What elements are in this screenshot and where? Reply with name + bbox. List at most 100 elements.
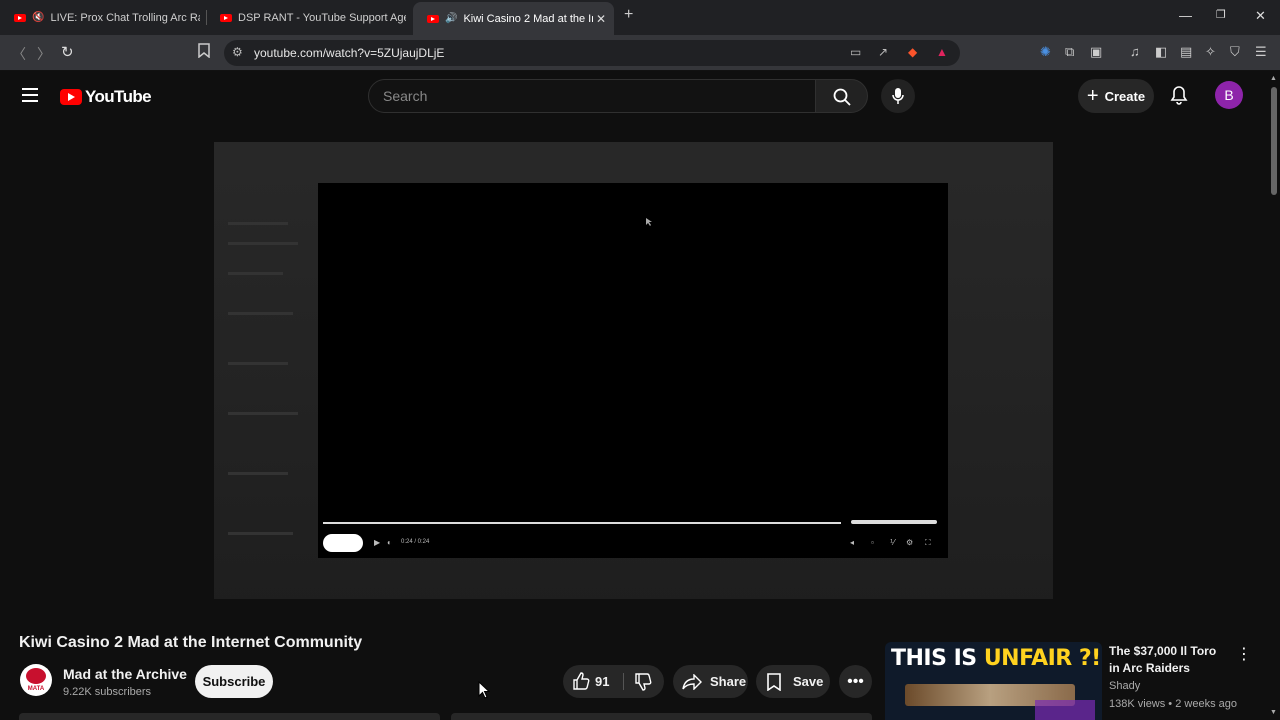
minimize-button[interactable]: — — [1179, 8, 1192, 23]
browser-tab-active[interactable]: 🔊 Kiwi Casino 2 Mad at the Inte ✕ — [413, 2, 614, 35]
video-title: Kiwi Casino 2 Mad at the Internet Commun… — [19, 634, 363, 651]
subscriber-count: 9.22K subscribers — [63, 686, 152, 698]
extension-icon[interactable]: ✺ — [1040, 44, 1051, 60]
voice-search-button[interactable] — [881, 79, 915, 113]
description-box-edge — [19, 713, 440, 720]
url-text: youtube.com/watch?v=5ZUjaujDLjE — [254, 46, 445, 60]
browser-tab-1[interactable]: 🔇 LIVE: Prox Chat Trolling Arc Raide — [0, 4, 200, 31]
channel-avatar-text: MATA — [27, 686, 45, 692]
scroll-up-icon[interactable]: ▲ — [1270, 75, 1277, 82]
sidebar-icon[interactable]: ◧ — [1155, 44, 1167, 60]
youtube-favicon-icon — [14, 13, 26, 22]
site-settings-icon[interactable]: ⚙ — [232, 45, 243, 59]
embedded-settings-icon: ⚙ — [906, 538, 914, 547]
embedded-play-pill — [323, 534, 363, 552]
recommended-menu-icon[interactable]: ⋮ — [1236, 644, 1252, 664]
embedded-captions-icon: ▫ — [871, 538, 874, 547]
youtube-header: YouTube + Create B — [0, 71, 1280, 121]
plus-icon: + — [1086, 85, 1099, 107]
subscribe-button[interactable]: Subscribe — [195, 665, 273, 698]
save-icon — [767, 672, 781, 691]
like-count: 91 — [595, 674, 610, 689]
notifications-bell-icon[interactable] — [1170, 85, 1188, 110]
like-divider — [623, 673, 624, 690]
bookmark-icon[interactable] — [198, 43, 210, 61]
guide-menu-icon[interactable] — [22, 88, 38, 102]
muted-speaker-icon[interactable]: 🔇 — [32, 12, 44, 23]
account-avatar[interactable]: B — [1215, 81, 1243, 109]
brave-shields-icon[interactable]: ◆ — [908, 45, 917, 59]
thumbnail-headline: THIS IS UNFAIR ?! — [891, 646, 1101, 671]
search-box[interactable] — [368, 79, 816, 113]
cast-icon[interactable]: ▭ — [850, 45, 861, 59]
video-player[interactable]: ▶ ◐ 0:24 / 0:24 ◂ ▫ ⅟ ⚙ ⛶ — [214, 142, 1053, 599]
recommended-thumbnail[interactable]: THIS IS UNFAIR ?! — [885, 642, 1102, 720]
video-content-line — [228, 472, 288, 475]
video-content-line — [228, 412, 298, 415]
embedded-speed-icon: ⅟ — [890, 538, 895, 547]
leo-ai-icon[interactable]: ✧ — [1205, 44, 1216, 60]
video-content-line — [228, 272, 283, 275]
video-content-line — [228, 242, 298, 245]
forward-button[interactable]: 〉 — [37, 44, 51, 64]
speaker-icon[interactable]: 🔊 — [445, 13, 457, 24]
like-dislike-group: 91 — [563, 665, 664, 698]
brave-rewards-icon[interactable]: ▲ — [936, 45, 948, 59]
youtube-favicon-icon — [220, 13, 232, 22]
embedded-player-screen: ▶ ◐ 0:24 / 0:24 ◂ ▫ ⅟ ⚙ ⛶ — [318, 183, 948, 558]
more-dots-icon: ••• — [847, 672, 864, 690]
embedded-cursor-icon — [646, 218, 652, 226]
vpn-icon[interactable]: ⛉ — [1230, 44, 1240, 60]
dislike-button[interactable] — [634, 673, 652, 691]
mouse-cursor-icon — [478, 681, 490, 699]
more-actions-button[interactable]: ••• — [839, 665, 872, 698]
back-button[interactable]: 〈 — [12, 44, 26, 64]
close-tab-icon[interactable]: ✕ — [596, 12, 606, 26]
youtube-logo[interactable]: YouTube — [60, 87, 152, 107]
share-icon — [682, 673, 702, 690]
wallet-icon[interactable]: ▤ — [1180, 44, 1192, 60]
youtube-play-icon — [60, 89, 82, 105]
share-label: Share — [710, 674, 747, 689]
browser-tab-2[interactable]: DSP RANT - YouTube Support Agent — [206, 4, 406, 31]
recommended-title[interactable]: The $37,000 Il Toro in Arc Raiders — [1109, 643, 1229, 677]
create-label: Create — [1104, 88, 1146, 104]
embedded-time: 0:24 / 0:24 — [401, 539, 430, 545]
tab-label: Kiwi Casino 2 Mad at the Inte — [463, 12, 594, 25]
reload-button[interactable]: ↻ — [61, 43, 74, 61]
video-content-line — [228, 312, 293, 315]
restore-button[interactable]: ❐ — [1216, 8, 1226, 21]
extensions-puzzle-icon[interactable]: ⧉ — [1065, 44, 1074, 60]
video-content-line — [228, 362, 288, 365]
embedded-mute-icon: ◂ — [850, 538, 855, 547]
save-label: Save — [793, 674, 824, 689]
embedded-progress-bar — [323, 522, 841, 524]
comments-box-edge — [451, 713, 872, 720]
page-scrollbar[interactable]: ▲ ▼ — [1268, 71, 1280, 720]
channel-name[interactable]: Mad at the Archive — [63, 666, 187, 682]
scroll-down-icon[interactable]: ▼ — [1270, 709, 1277, 716]
embedded-volume-icon: ◐ — [387, 538, 392, 547]
save-button[interactable]: Save — [756, 665, 830, 698]
tab-label: DSP RANT - YouTube Support Agent — [238, 11, 406, 24]
media-icon[interactable]: ♫ — [1130, 44, 1140, 59]
close-window-button[interactable]: ✕ — [1255, 8, 1266, 24]
screenshot-icon[interactable]: ▣ — [1090, 44, 1102, 60]
search-button[interactable] — [815, 79, 868, 113]
browser-toolbar: 〈 〉 ↻ ⚙ youtube.com/watch?v=5ZUjaujDLjE … — [0, 35, 1280, 71]
create-button[interactable]: + Create — [1078, 79, 1154, 113]
share-button[interactable]: Share — [673, 665, 748, 698]
menu-icon[interactable]: ☰ — [1255, 44, 1267, 60]
youtube-favicon-icon — [427, 14, 439, 23]
search-input[interactable] — [383, 88, 783, 104]
address-bar[interactable]: ⚙ youtube.com/watch?v=5ZUjaujDLjE ▭ ↗ ◆ … — [224, 40, 960, 66]
like-button[interactable] — [572, 672, 590, 690]
channel-avatar[interactable]: MATA — [20, 664, 52, 696]
scrollbar-thumb[interactable] — [1271, 87, 1277, 195]
browser-tab-bar: 🔇 LIVE: Prox Chat Trolling Arc Raide DSP… — [0, 0, 1280, 35]
microphone-icon — [892, 88, 904, 104]
new-tab-button[interactable]: + — [624, 6, 633, 24]
recommended-channel[interactable]: Shady — [1109, 680, 1140, 692]
share-page-icon[interactable]: ↗ — [878, 45, 888, 59]
recommended-meta: 138K views • 2 weeks ago — [1109, 698, 1237, 710]
